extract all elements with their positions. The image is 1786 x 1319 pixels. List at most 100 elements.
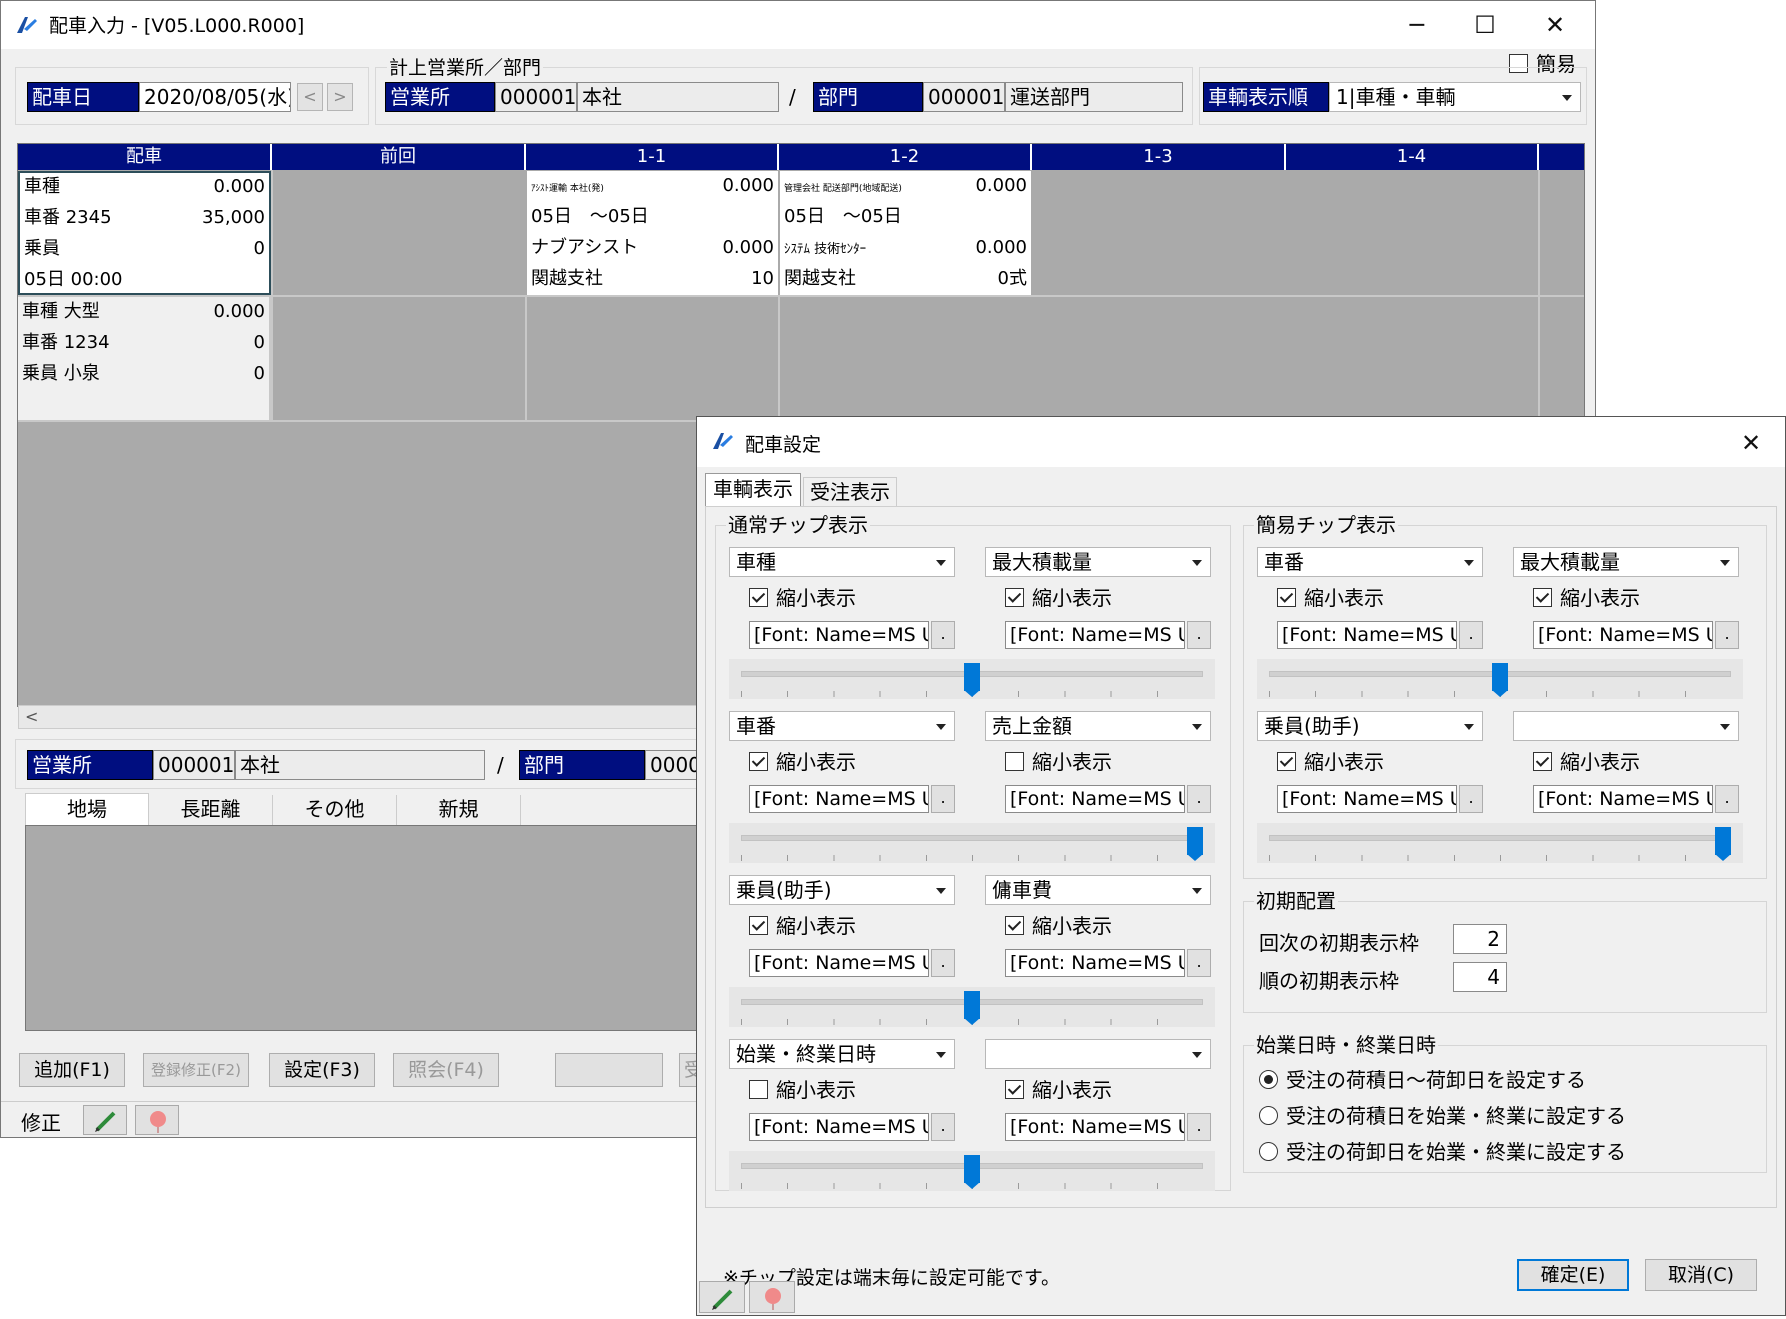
- slider-thumb[interactable]: [964, 663, 980, 697]
- vehicle-card-2[interactable]: 車種 大型 0.000 車番 1234 0 乗員 小泉 0: [18, 297, 271, 420]
- initial-round-input[interactable]: 2: [1453, 924, 1507, 954]
- normal-rows-0-right-font-field[interactable]: [Font: Name=MS UI: [1005, 621, 1185, 649]
- simple-rows-0-right-font-field[interactable]: [Font: Name=MS UI: [1533, 621, 1713, 649]
- normal-rows-3-size-slider[interactable]: [729, 1151, 1215, 1191]
- maximize-icon[interactable]: ☐: [1455, 5, 1515, 45]
- grid-col-1-1[interactable]: 1-1: [526, 144, 779, 170]
- checkbox-box[interactable]: [1533, 752, 1552, 771]
- dialog-pencil-icon[interactable]: [699, 1281, 745, 1313]
- minimize-icon[interactable]: ─: [1387, 5, 1447, 45]
- normal-rows-1-left-select[interactable]: 車番: [729, 711, 955, 741]
- tab-order-display[interactable]: 受注表示: [803, 477, 897, 507]
- vehicle-card-1[interactable]: 車種 0.000 車番 2345 35,000 乗員 0 05日 00:00: [18, 171, 271, 295]
- normal-rows-0-right-font-button[interactable]: .: [1187, 621, 1211, 649]
- simple-rows-0-right-shrink-checkbox[interactable]: 縮小表示: [1533, 585, 1640, 611]
- normal-rows-3-right-shrink-checkbox[interactable]: 縮小表示: [1005, 1077, 1112, 1103]
- simple-rows-1-left-shrink-checkbox[interactable]: 縮小表示: [1277, 749, 1384, 775]
- simple-rows-0-size-slider[interactable]: [1257, 659, 1743, 699]
- settings-button[interactable]: 設定(F3): [269, 1053, 375, 1087]
- checkbox-box[interactable]: [1005, 916, 1024, 935]
- normal-rows-0-left-font-field[interactable]: [Font: Name=MS UI: [749, 621, 929, 649]
- add-button[interactable]: 追加(F1): [19, 1053, 125, 1087]
- close-icon[interactable]: ✕: [1525, 5, 1585, 45]
- normal-rows-2-left-shrink-checkbox[interactable]: 縮小表示: [749, 913, 856, 939]
- confirm-button[interactable]: 確定(E): [1517, 1259, 1629, 1291]
- office-code-field[interactable]: 000001: [495, 82, 577, 112]
- normal-rows-0-size-slider[interactable]: [729, 659, 1215, 699]
- inquiry-button[interactable]: 照会(F4): [393, 1053, 499, 1087]
- checkbox-box[interactable]: [1005, 752, 1024, 771]
- normal-rows-1-right-font-field[interactable]: [Font: Name=MS UI: [1005, 785, 1185, 813]
- checkbox-box[interactable]: [749, 916, 768, 935]
- cancel-button[interactable]: 取消(C): [1645, 1259, 1757, 1291]
- normal-rows-1-right-font-button[interactable]: .: [1187, 785, 1211, 813]
- normal-rows-1-right-select[interactable]: 売上金額: [985, 711, 1211, 741]
- balloon-icon[interactable]: [135, 1105, 179, 1135]
- radio-unload-date[interactable]: 受注の荷卸日を始業・終業に設定する: [1259, 1139, 1626, 1165]
- initial-order-input[interactable]: 4: [1453, 962, 1507, 992]
- slider-thumb[interactable]: [964, 991, 980, 1025]
- simple-rows-1-right-select[interactable]: [1513, 711, 1739, 741]
- dialog-close-button[interactable]: ✕: [1721, 423, 1781, 463]
- normal-rows-3-left-font-button[interactable]: .: [931, 1113, 955, 1141]
- normal-rows-2-right-shrink-checkbox[interactable]: 縮小表示: [1005, 913, 1112, 939]
- normal-rows-3-left-select[interactable]: 始業・終業日時: [729, 1039, 955, 1069]
- grid-col-1-4[interactable]: 1-4: [1286, 144, 1539, 170]
- normal-rows-2-size-slider[interactable]: [729, 987, 1215, 1027]
- normal-rows-2-left-font-field[interactable]: [Font: Name=MS UI: [749, 949, 929, 977]
- grid-col-1-2[interactable]: 1-2: [779, 144, 1032, 170]
- simple-rows-0-right-font-button[interactable]: .: [1715, 621, 1739, 649]
- normal-rows-2-right-font-button[interactable]: .: [1187, 949, 1211, 977]
- simple-rows-0-right-select[interactable]: 最大積載量: [1513, 547, 1739, 577]
- normal-rows-3-right-font-field[interactable]: [Font: Name=MS UI: [1005, 1113, 1185, 1141]
- normal-rows-1-left-font-field[interactable]: [Font: Name=MS UI: [749, 785, 929, 813]
- normal-rows-1-left-font-button[interactable]: .: [931, 785, 955, 813]
- normal-rows-2-left-font-button[interactable]: .: [931, 949, 955, 977]
- normal-rows-0-left-font-button[interactable]: .: [931, 621, 955, 649]
- simple-rows-1-left-font-field[interactable]: [Font: Name=MS UI: [1277, 785, 1457, 813]
- simple-rows-1-size-slider[interactable]: [1257, 823, 1743, 863]
- normal-rows-2-right-font-field[interactable]: [Font: Name=MS UI: [1005, 949, 1185, 977]
- blank-button[interactable]: [555, 1053, 663, 1087]
- subtab-new[interactable]: 新規: [397, 795, 521, 825]
- tab-vehicle-display[interactable]: 車輌表示: [705, 473, 801, 507]
- simple-rows-1-right-font-field[interactable]: [Font: Name=MS UI: [1533, 785, 1713, 813]
- pencil-icon[interactable]: [83, 1105, 127, 1135]
- order-select[interactable]: 1|車種・車輌: [1329, 82, 1581, 112]
- simple-rows-0-left-font-button[interactable]: .: [1459, 621, 1483, 649]
- register-edit-button[interactable]: 登録修正(F2): [143, 1053, 249, 1087]
- order-chip-2[interactable]: 管理会社 配送部門(地域配送) 0.000 05日 ～05日 ｼｽﾃﾑ 技術ｾﾝﾀ…: [780, 171, 1031, 295]
- dialog-balloon-icon[interactable]: [749, 1281, 795, 1313]
- checkbox-box[interactable]: [1533, 588, 1552, 607]
- normal-rows-1-right-shrink-checkbox[interactable]: 縮小表示: [1005, 749, 1112, 775]
- slider-thumb[interactable]: [964, 1155, 980, 1189]
- checkbox-box[interactable]: [749, 1080, 768, 1099]
- simple-rows-1-right-font-button[interactable]: .: [1715, 785, 1739, 813]
- simple-rows-0-left-select[interactable]: 車番: [1257, 547, 1483, 577]
- radio-load-date[interactable]: 受注の荷積日を始業・終業に設定する: [1259, 1103, 1626, 1129]
- prev-date-button[interactable]: <: [297, 83, 323, 111]
- simple-rows-1-left-select[interactable]: 乗員(助手): [1257, 711, 1483, 741]
- normal-rows-0-right-shrink-checkbox[interactable]: 縮小表示: [1005, 585, 1112, 611]
- checkbox-box[interactable]: [1277, 588, 1296, 607]
- normal-rows-1-left-shrink-checkbox[interactable]: 縮小表示: [749, 749, 856, 775]
- radio-load-to-unload-circle[interactable]: [1259, 1070, 1278, 1089]
- checkbox-box[interactable]: [749, 588, 768, 607]
- normal-rows-0-right-select[interactable]: 最大積載量: [985, 547, 1211, 577]
- normal-rows-1-size-slider[interactable]: [729, 823, 1215, 863]
- simple-rows-1-right-shrink-checkbox[interactable]: 縮小表示: [1533, 749, 1640, 775]
- grid-col-1-3[interactable]: 1-3: [1032, 144, 1286, 170]
- normal-rows-2-right-select[interactable]: 傭車費: [985, 875, 1211, 905]
- normal-rows-0-left-shrink-checkbox[interactable]: 縮小表示: [749, 585, 856, 611]
- normal-rows-3-right-font-button[interactable]: .: [1187, 1113, 1211, 1141]
- grid-col-haisha[interactable]: 配車: [18, 144, 272, 170]
- dept-code-field[interactable]: 000001: [923, 82, 1005, 112]
- radio-unload-date-circle[interactable]: [1259, 1142, 1278, 1161]
- simple-rows-0-left-font-field[interactable]: [Font: Name=MS UI: [1277, 621, 1457, 649]
- normal-rows-3-left-shrink-checkbox[interactable]: 縮小表示: [749, 1077, 856, 1103]
- next-date-button[interactable]: >: [327, 83, 353, 111]
- checkbox-box[interactable]: [1005, 588, 1024, 607]
- slider-thumb[interactable]: [1715, 827, 1731, 861]
- slider-thumb[interactable]: [1187, 827, 1203, 861]
- order-chip-1[interactable]: ｱｼｽﾄ運輸 本社(発) 0.000 05日 ～05日 ナブアシスト 0.000 関…: [527, 171, 778, 295]
